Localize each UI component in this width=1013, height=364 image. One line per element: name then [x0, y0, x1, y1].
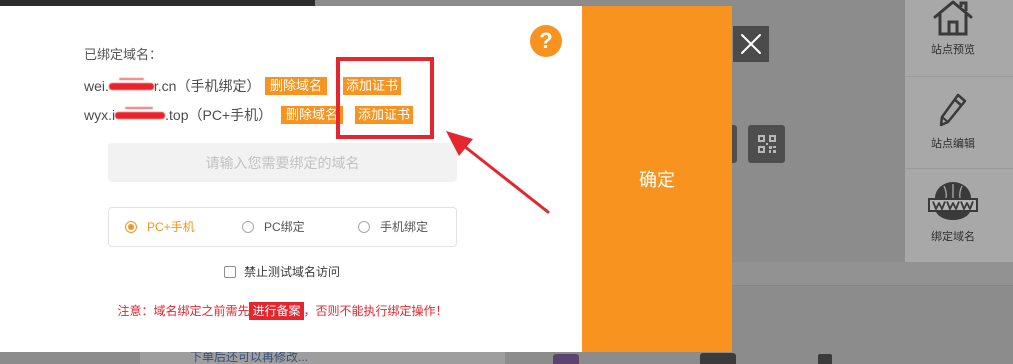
domain-bind-type: （手机绑定）	[176, 78, 261, 94]
pencil-icon	[938, 92, 968, 128]
filing-link[interactable]: 进行备案	[249, 302, 304, 320]
close-button[interactable]	[733, 26, 769, 62]
house-icon	[931, 0, 975, 36]
background-hint-text: 下单后还可以再修改...	[190, 350, 309, 364]
domain-input[interactable]	[108, 143, 457, 182]
domain-name-prefix: wei.	[84, 78, 109, 94]
delete-domain-button[interactable]: 删除域名	[281, 106, 343, 124]
disable-test-domain-checkbox[interactable]: 禁止测试域名访问	[224, 265, 340, 279]
domain-name-suffix: .top	[165, 107, 189, 123]
sidebar-item-label: 站点编辑	[931, 138, 975, 150]
redaction-mark	[115, 106, 166, 119]
domain-name-suffix: r.cn	[153, 78, 177, 94]
domain-bind-type: （PC+手机）	[188, 107, 273, 123]
confirm-button[interactable]: 确定	[582, 6, 732, 352]
radio-label: PC+手机	[147, 220, 195, 234]
qr-code-icon	[757, 134, 777, 154]
www-globe-icon	[927, 182, 979, 224]
radio-button[interactable]	[358, 221, 370, 233]
delete-domain-button[interactable]: 删除域名	[265, 77, 327, 95]
sidebar-item-site-edit[interactable]: 站点编辑	[905, 77, 1013, 169]
sidebar-item-bind-domain[interactable]: 绑定域名	[905, 169, 1013, 262]
thumbnail-fragment	[553, 354, 579, 364]
thumbnail-fragment	[818, 354, 832, 364]
domain-name-prefix: wyx.i	[84, 107, 116, 123]
sidebar-item-label: 绑定域名	[931, 231, 975, 243]
notice-suffix: ，否则不能执行绑定操作！	[303, 304, 448, 318]
bind-type-radio-group: PC+手机 PC绑定 手机绑定	[108, 207, 457, 247]
radio-button[interactable]	[125, 221, 137, 233]
checkbox-label: 禁止测试域名访问	[244, 265, 341, 279]
bound-domains-title: 已绑定域名：	[84, 47, 163, 62]
bind-domain-dialog: ? 已绑定域名： wei. r.cn （手机绑定） 删除域名 添加证书 wyx.…	[0, 6, 582, 352]
confirm-label: 确定	[639, 170, 675, 190]
close-icon	[733, 26, 769, 62]
add-certificate-button[interactable]: 添加证书	[355, 106, 413, 124]
screen: 站点预览 站点编辑 绑定域名 下单后还可以再修改... ? 已绑定域名： wei…	[0, 0, 1013, 364]
qr-code-button[interactable]	[748, 125, 785, 163]
radio-option-mobile[interactable]: 手机绑定	[358, 220, 428, 234]
radio-option-pc-mobile[interactable]: PC+手机	[125, 220, 195, 234]
help-button[interactable]: ?	[530, 25, 562, 57]
checkbox[interactable]	[224, 266, 236, 278]
notice-prefix: 注意：域名绑定之前需先	[117, 304, 250, 318]
radio-button[interactable]	[242, 221, 254, 233]
sidebar-item-label: 站点预览	[931, 44, 975, 56]
add-certificate-button[interactable]: 添加证书	[343, 77, 401, 95]
sidebar-item-site-preview[interactable]: 站点预览	[905, 0, 1013, 77]
page-section-divider	[732, 262, 1013, 286]
redaction-mark	[108, 77, 154, 90]
right-sidebar: 站点预览 站点编辑 绑定域名	[905, 0, 1013, 262]
bound-domain-row: wyx.i .top （PC+手机）	[84, 106, 272, 124]
radio-option-pc[interactable]: PC绑定	[242, 220, 305, 234]
notice-text: 注意：域名绑定之前需先 进行备案 ，否则不能执行绑定操作！	[108, 302, 457, 320]
radio-label: 手机绑定	[380, 220, 429, 234]
bound-domain-row: wei. r.cn （手机绑定）	[84, 77, 260, 95]
thumbnail-fragment	[700, 353, 736, 364]
radio-label: PC绑定	[264, 220, 305, 234]
